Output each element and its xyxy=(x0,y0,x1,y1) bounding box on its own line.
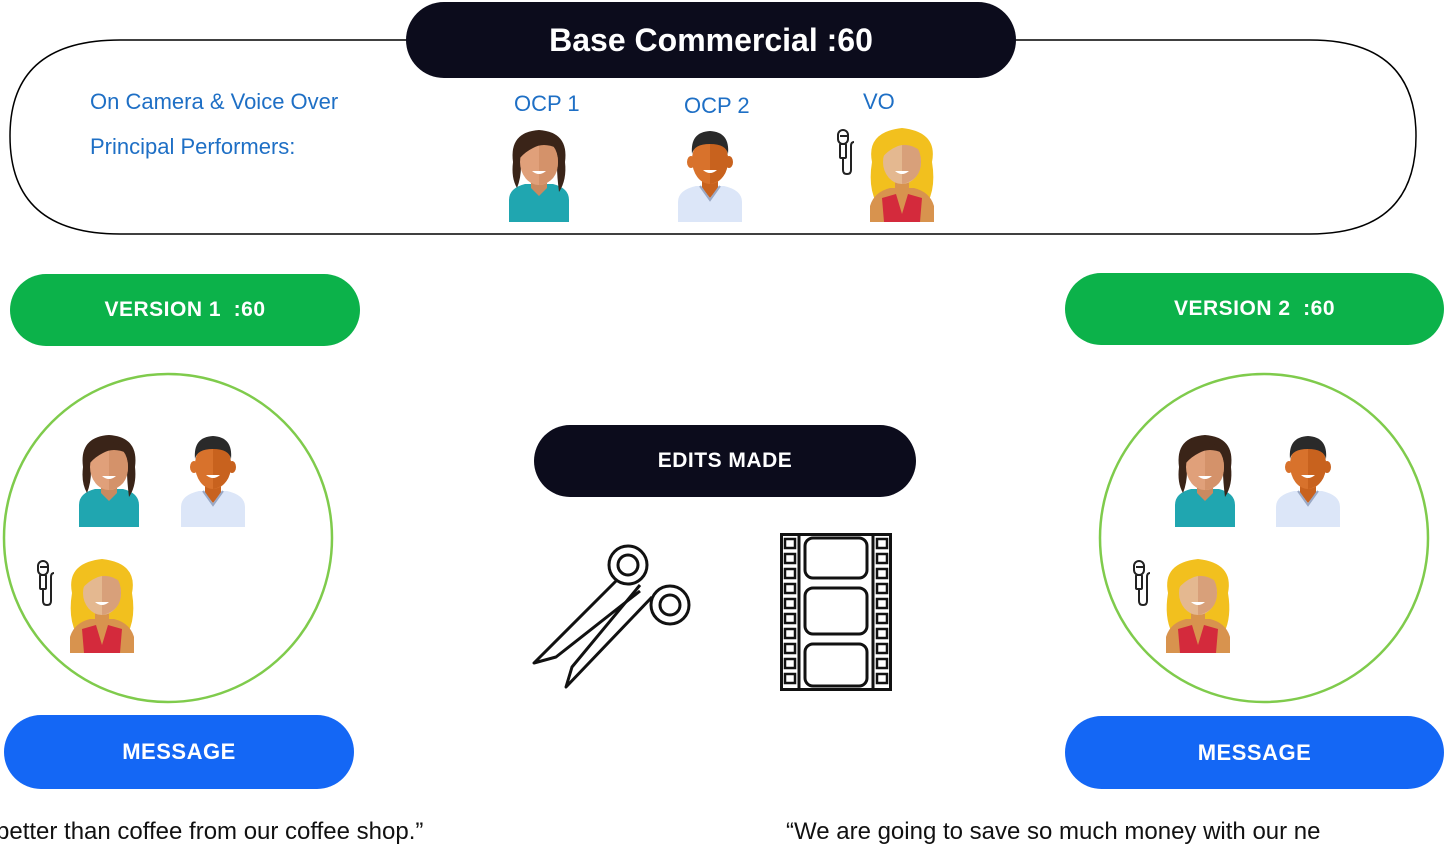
version-2-message-button[interactable]: MESSAGE xyxy=(1065,716,1444,789)
principal-performers-label: Principal Performers: xyxy=(90,134,296,159)
version-1-message-button[interactable]: MESSAGE xyxy=(4,715,354,789)
version-1-quote: better than coffee from our coffee shop.… xyxy=(0,818,424,845)
voiceover-woman-avatar-icon xyxy=(834,122,944,222)
ocp2-label: OCP 2 xyxy=(684,93,750,118)
version-2-label: VERSION 2 :60 xyxy=(1173,297,1336,320)
man-avatar-icon xyxy=(173,427,253,527)
vo-label: VO xyxy=(863,89,895,114)
version-1-button[interactable]: VERSION 1 :60 xyxy=(10,274,360,346)
man-avatar-icon xyxy=(1268,427,1348,527)
version-1-message-label: MESSAGE xyxy=(122,739,236,764)
base-commercial-title-text: Base Commercial :60 xyxy=(549,21,873,58)
voiceover-woman-avatar-icon xyxy=(34,553,144,653)
voiceover-woman-avatar-icon xyxy=(1130,553,1240,653)
version-1-label: VERSION 1 :60 xyxy=(104,298,266,321)
version-2-quote: “We are going to save so much money with… xyxy=(786,818,1321,845)
scissors-icon xyxy=(532,544,691,689)
on-camera-label: On Camera & Voice Over xyxy=(90,89,339,114)
base-commercial-title: Base Commercial :60 xyxy=(406,2,1016,78)
film-strip-icon xyxy=(780,533,892,691)
version-2-message-label: MESSAGE xyxy=(1197,739,1312,765)
woman-avatar-icon xyxy=(499,122,579,222)
woman-avatar-icon xyxy=(69,427,149,527)
woman-avatar-icon xyxy=(1165,427,1245,527)
version-2-button[interactable]: VERSION 2 :60 xyxy=(1065,273,1444,345)
edits-made-badge: EDITS MADE xyxy=(534,425,916,497)
man-avatar-icon xyxy=(670,122,750,222)
edits-made-label: EDITS MADE xyxy=(657,449,793,472)
ocp1-label: OCP 1 xyxy=(514,91,580,116)
